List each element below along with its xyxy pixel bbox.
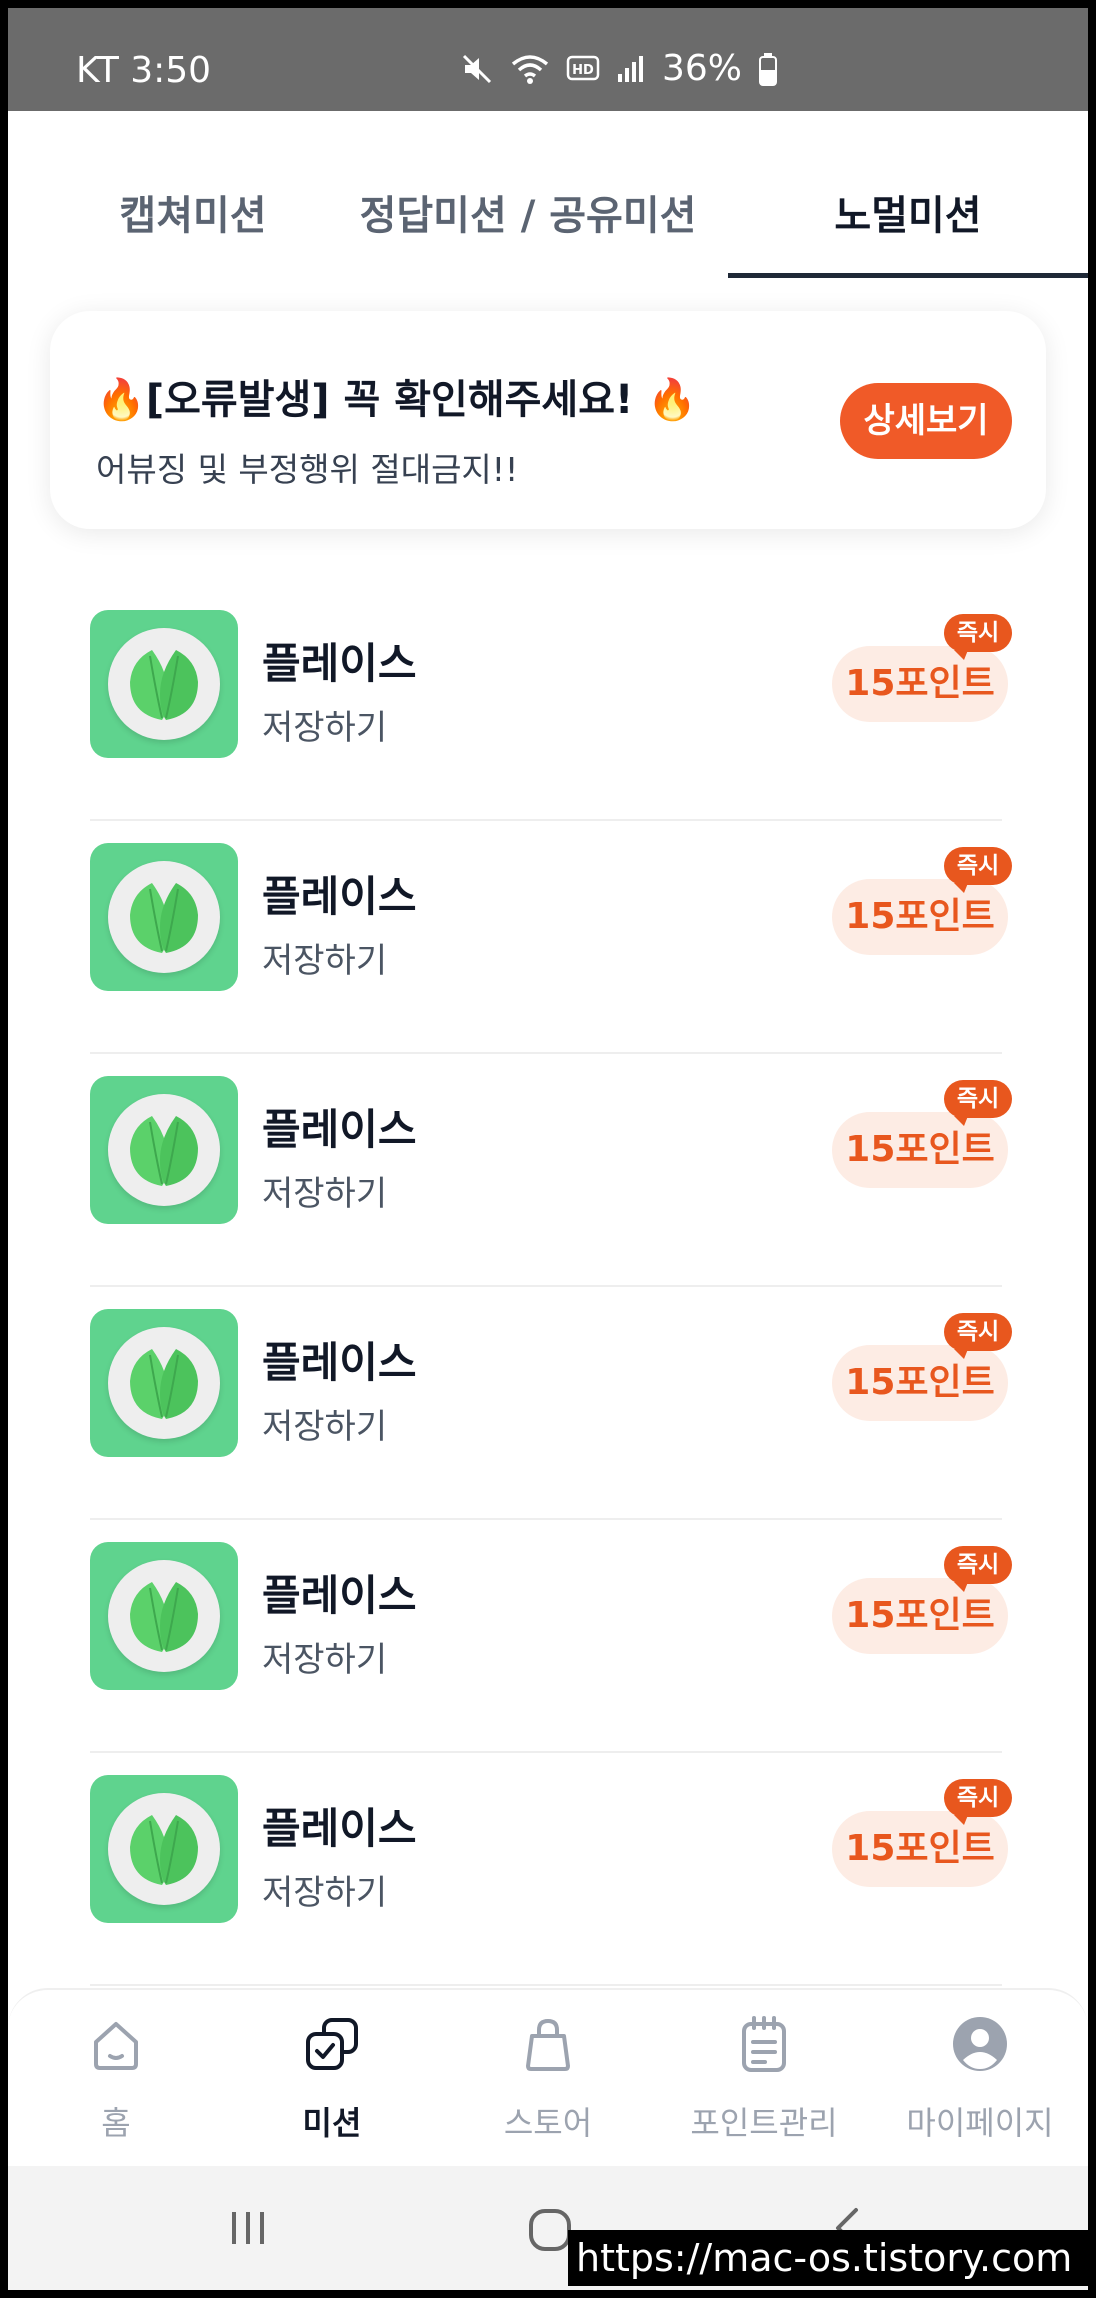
- mission-item[interactable]: 플레이스저장하기 15포인트 즉시: [90, 821, 1012, 1054]
- mission-subtitle: 저장하기: [262, 1407, 388, 1447]
- instant-tag: 즉시: [944, 847, 1012, 893]
- place-thumbnail: [90, 843, 238, 991]
- nav-mypage[interactable]: 마이페이지: [872, 1990, 1088, 2168]
- watermark: https://mac-os.tistory.com: [568, 2230, 1088, 2286]
- mission-tabs: 캡쳐미션 정답미션 / 공유미션 노멀미션: [8, 111, 1088, 279]
- nav-points[interactable]: 포인트관리: [656, 1990, 872, 2168]
- fire-icon: 🔥: [96, 377, 146, 423]
- mission-subtitle: 저장하기: [262, 708, 388, 748]
- mission-item[interactable]: 플레이스저장하기 15포인트 즉시: [90, 1054, 1012, 1287]
- wifi-icon: [511, 54, 549, 84]
- instant-tag: 즉시: [944, 1080, 1012, 1126]
- home-button-icon[interactable]: [526, 2206, 574, 2254]
- app-screen: KT 3:50 HD 36% 캡쳐미션 정답미션 / 공유미션 노멀미션 🔥[오…: [8, 8, 1088, 2290]
- nav-home-label: 홈: [101, 2104, 131, 2142]
- battery-percent: 36%: [662, 48, 743, 89]
- place-thumbnail: [90, 1309, 238, 1457]
- mission-item[interactable]: 플레이스저장하기 15포인트 즉시: [90, 1753, 1012, 1986]
- bottom-nav: 홈 미션 스토어 포인트관리 마이페이지: [8, 1988, 1088, 2166]
- notice-title: 🔥[오류발생] 꼭 확인해주세요! 🔥: [96, 367, 697, 425]
- mission-title: 플레이스: [262, 1571, 417, 1620]
- instant-tag: 즉시: [944, 614, 1012, 660]
- points-badge: 15포인트: [832, 1112, 1008, 1188]
- leaf-icon: [130, 1349, 198, 1419]
- profile-icon: [953, 2017, 1007, 2071]
- points-badge: 15포인트: [832, 1811, 1008, 1887]
- mission-title: 플레이스: [262, 1105, 417, 1154]
- notepad-icon: [742, 2016, 786, 2072]
- place-thumbnail: [90, 1542, 238, 1690]
- mission-icon: [306, 2018, 358, 2070]
- status-icons: HD 36%: [460, 48, 778, 89]
- home-icon: [94, 2022, 138, 2070]
- mission-subtitle: 저장하기: [262, 1873, 388, 1913]
- points-badge: 15포인트: [832, 879, 1008, 955]
- leaf-icon: [130, 883, 198, 953]
- battery-icon: [759, 52, 778, 86]
- notice-title-text: [오류발생] 꼭 확인해주세요!: [145, 377, 634, 423]
- mission-title: 플레이스: [262, 639, 417, 688]
- mission-title: 플레이스: [262, 872, 417, 921]
- points-badge: 15포인트: [832, 1578, 1008, 1654]
- instant-tag: 즉시: [944, 1313, 1012, 1359]
- instant-tag: 즉시: [944, 1546, 1012, 1592]
- detail-button[interactable]: 상세보기: [840, 383, 1012, 459]
- nav-store[interactable]: 스토어: [440, 1990, 656, 2168]
- instant-tag: 즉시: [944, 1779, 1012, 1825]
- mission-subtitle: 저장하기: [262, 1174, 388, 1214]
- svg-text:HD: HD: [572, 63, 594, 78]
- recent-apps-icon[interactable]: [226, 2206, 270, 2250]
- place-thumbnail: [90, 1076, 238, 1224]
- carrier-time: KT 3:50: [76, 50, 212, 91]
- hd-icon: HD: [566, 55, 600, 80]
- leaf-icon: [130, 1582, 198, 1652]
- bag-icon: [526, 2018, 570, 2071]
- leaf-icon: [130, 1815, 198, 1885]
- notice-subtitle: 어뷰징 및 부정행위 절대금지!!: [96, 450, 519, 489]
- nav-mypage-label: 마이페이지: [906, 2104, 1054, 2142]
- status-bar: KT 3:50 HD 36%: [8, 8, 1088, 111]
- tab-answer-share-mission[interactable]: 정답미션 / 공유미션: [318, 183, 738, 241]
- mission-item[interactable]: 플레이스저장하기 15포인트 즉시: [90, 588, 1012, 821]
- mission-subtitle: 저장하기: [262, 941, 388, 981]
- mission-subtitle: 저장하기: [262, 1640, 388, 1680]
- nav-store-label: 스토어: [503, 2104, 593, 2142]
- mission-item[interactable]: 플레이스저장하기 15포인트 즉시: [90, 1520, 1012, 1753]
- place-thumbnail: [90, 1775, 238, 1923]
- nav-mission-label: 미션: [302, 2104, 362, 2142]
- mute-icon: [462, 54, 492, 83]
- mission-item[interactable]: 플레이스저장하기 15포인트 즉시: [90, 1287, 1012, 1520]
- points-badge: 15포인트: [832, 646, 1008, 722]
- signal-icon: [618, 55, 643, 82]
- nav-points-label: 포인트관리: [690, 2104, 838, 2142]
- leaf-icon: [130, 650, 198, 720]
- notice-card[interactable]: 🔥[오류발생] 꼭 확인해주세요! 🔥 어뷰징 및 부정행위 절대금지!! 상세…: [50, 311, 1046, 529]
- tab-normal-mission[interactable]: 노멀미션: [728, 183, 1088, 241]
- place-thumbnail: [90, 610, 238, 758]
- mission-title: 플레이스: [262, 1804, 417, 1853]
- fire-icon: 🔥: [647, 377, 698, 423]
- nav-mission[interactable]: 미션: [224, 1990, 440, 2168]
- tab-capture-mission[interactable]: 캡쳐미션: [68, 183, 318, 241]
- nav-home[interactable]: 홈: [8, 1990, 224, 2168]
- mission-title: 플레이스: [262, 1338, 417, 1387]
- active-tab-indicator: [728, 273, 1088, 278]
- points-badge: 15포인트: [832, 1345, 1008, 1421]
- leaf-icon: [130, 1116, 198, 1186]
